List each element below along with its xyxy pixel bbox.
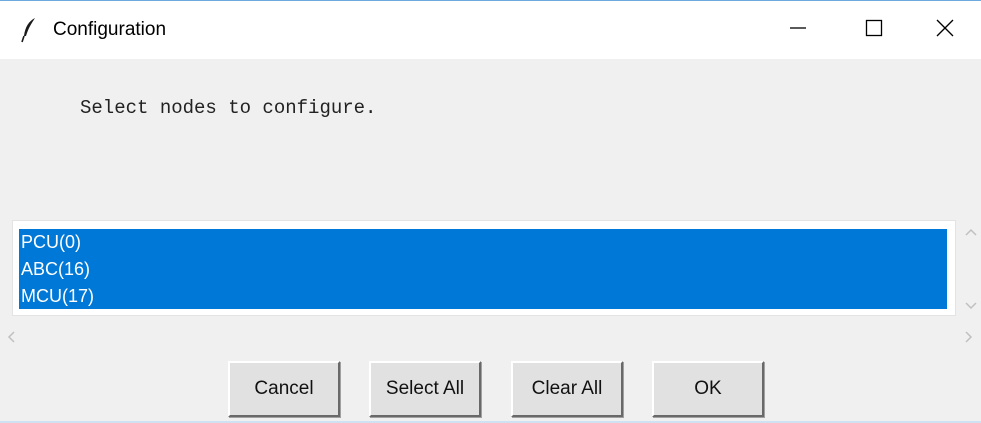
chevron-right-icon[interactable]: [964, 330, 974, 349]
window-title: Configuration: [53, 19, 167, 40]
list-item[interactable]: ABC(16): [19, 256, 947, 283]
chevron-left-icon[interactable]: [6, 330, 16, 349]
listbox-selection[interactable]: PCU(0) ABC(16) MCU(17): [19, 229, 947, 309]
maximize-button[interactable]: [836, 1, 912, 59]
feather-icon: [20, 17, 40, 43]
maximize-icon: [865, 19, 883, 42]
chevron-up-icon[interactable]: [964, 224, 978, 242]
title-bar[interactable]: Configuration: [0, 1, 981, 59]
list-item[interactable]: PCU(0): [19, 229, 947, 256]
close-icon: [936, 19, 954, 42]
node-listbox[interactable]: PCU(0) ABC(16) MCU(17): [12, 220, 956, 316]
select-all-button[interactable]: Select All: [369, 361, 481, 417]
chevron-down-icon[interactable]: [964, 298, 978, 316]
ok-button[interactable]: OK: [652, 361, 764, 417]
minimize-icon: [789, 19, 807, 42]
minimize-button[interactable]: [760, 1, 836, 59]
vertical-scrollbar[interactable]: [960, 220, 981, 316]
clear-all-button[interactable]: Clear All: [511, 361, 623, 417]
horizontal-scrollbar[interactable]: [0, 326, 981, 350]
configuration-window: Configuration Select nodes to configure.…: [0, 0, 981, 423]
cancel-button[interactable]: Cancel: [228, 361, 340, 417]
list-item[interactable]: MCU(17): [19, 283, 947, 310]
prompt-text: Select nodes to configure.: [80, 97, 377, 119]
close-button[interactable]: [907, 1, 981, 59]
